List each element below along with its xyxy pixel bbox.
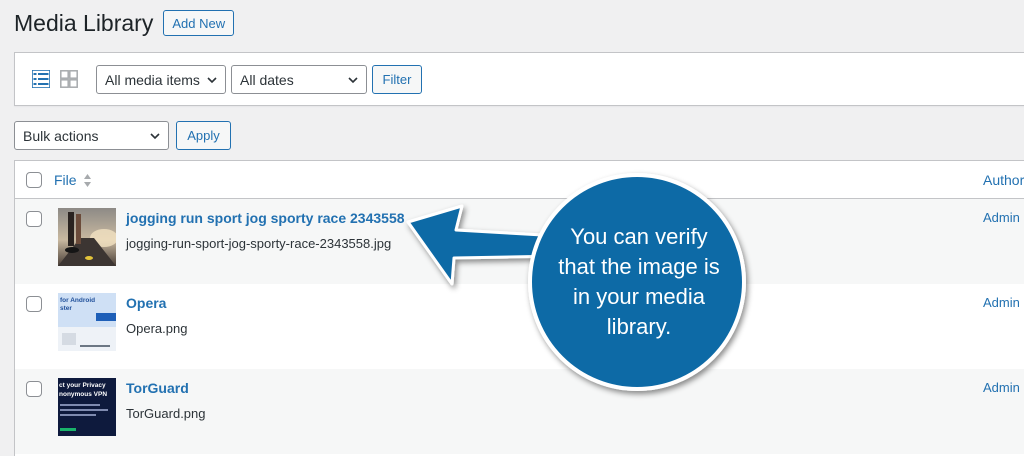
thumbnail-jogging[interactable] (58, 208, 116, 266)
grid-view-icon[interactable] (60, 70, 78, 88)
thumbnail-opera[interactable]: for Android ster (58, 293, 116, 351)
media-title-link[interactable]: TorGuard (126, 380, 189, 396)
add-new-button[interactable]: Add New (163, 10, 235, 36)
table-row: jogging run sport jog sporty race 234355… (15, 199, 1024, 284)
chevron-down-icon (348, 77, 358, 84)
media-filename: Opera.png (126, 321, 188, 336)
chevron-down-icon (207, 77, 217, 84)
media-filename: TorGuard.png (126, 406, 206, 421)
apply-button[interactable]: Apply (176, 121, 231, 150)
column-file[interactable]: File (54, 172, 92, 188)
page-title: Media Library (14, 9, 154, 36)
select-all-checkbox[interactable] (26, 172, 42, 188)
opera-thumb-text-1: for Android (60, 297, 95, 304)
date-value: All dates (240, 71, 294, 88)
jogging-thumbnail-image (58, 208, 116, 266)
filter-button[interactable]: Filter (372, 65, 422, 94)
column-file-label: File (54, 172, 77, 188)
author-link[interactable]: Admin (983, 380, 1020, 395)
date-select[interactable]: All dates (231, 65, 367, 94)
table-row: for Android ster Opera Opera.png Admin (15, 284, 1024, 369)
media-table: File Author jogging run sport jog sporty… (14, 160, 1024, 456)
media-title-link[interactable]: Opera (126, 295, 166, 311)
torguard-thumbnail-image: ct your Privacy nonymous VPN (58, 378, 116, 436)
media-type-value: All media items (105, 71, 200, 88)
row-checkbox[interactable] (26, 381, 42, 397)
callout-text: You can verify that the image is in your… (558, 224, 720, 339)
torguard-thumb-text-1: ct your Privacy (59, 382, 106, 389)
chevron-down-icon (150, 133, 160, 140)
list-view-icon[interactable] (32, 70, 50, 88)
media-type-select[interactable]: All media items (96, 65, 226, 94)
media-title-link[interactable]: jogging run sport jog sporty race 234355… (126, 210, 405, 226)
column-author[interactable]: Author (983, 172, 1024, 188)
author-link[interactable]: Admin (983, 210, 1020, 225)
author-link[interactable]: Admin (983, 295, 1020, 310)
row-checkbox[interactable] (26, 211, 42, 227)
bulk-actions-value: Bulk actions (23, 127, 99, 144)
torguard-thumb-text-2: nonymous VPN (59, 391, 107, 398)
row-checkbox[interactable] (26, 296, 42, 312)
opera-thumb-text-2: ster (60, 305, 72, 312)
page-header: Media Library Add New (14, 8, 235, 38)
opera-thumbnail-image: for Android ster (58, 293, 116, 351)
table-row: ct your Privacy nonymous VPN TorGuard To… (15, 369, 1024, 454)
media-toolbar: All media items All dates Filter (14, 52, 1024, 106)
media-filename: jogging-run-sport-jog-sporty-race-234355… (126, 236, 392, 251)
bulk-actions-select[interactable]: Bulk actions (14, 121, 169, 150)
thumbnail-torguard[interactable]: ct your Privacy nonymous VPN (58, 378, 116, 436)
sort-icon (83, 173, 91, 187)
table-header: File Author (15, 161, 1024, 199)
